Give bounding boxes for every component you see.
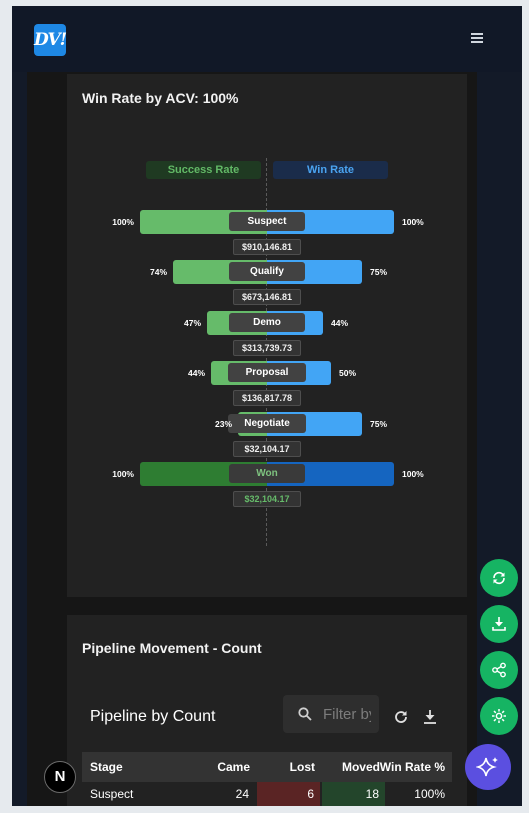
legend-success-rate[interactable]: Success Rate bbox=[146, 161, 261, 179]
top-bar: DV! bbox=[12, 6, 522, 72]
sparkle-icon bbox=[476, 757, 498, 777]
stage-label: Suspect bbox=[229, 212, 305, 231]
success-rate-label: 100% bbox=[112, 217, 134, 227]
col-stage[interactable]: Stage bbox=[90, 752, 123, 782]
win-rate-label: 100% bbox=[402, 469, 424, 479]
refresh-button[interactable] bbox=[480, 559, 518, 597]
acv-value: $910,146.81 bbox=[233, 239, 301, 255]
stage-label: Proposal bbox=[228, 363, 306, 382]
win-rate-label: 44% bbox=[331, 318, 349, 328]
settings-button[interactable] bbox=[480, 697, 518, 735]
win-rate-label: 100% bbox=[402, 217, 424, 227]
acv-value: $32,104.17 bbox=[233, 491, 301, 507]
success-rate-label: 47% bbox=[183, 318, 201, 328]
app-frame: DV! Win Rate by ACV: 100% Success Rate W… bbox=[12, 6, 522, 806]
col-lost[interactable]: Lost bbox=[290, 752, 315, 782]
win-rate-label: 75% bbox=[370, 267, 388, 277]
filter-placeholder: Filter by bbox=[323, 706, 371, 723]
ai-assistant-button[interactable] bbox=[465, 744, 511, 790]
pipeline-card: Pipeline Movement - Count Pipeline by Co… bbox=[67, 615, 467, 806]
stage-label: Demo bbox=[229, 313, 305, 332]
col-moved[interactable]: Moved bbox=[342, 752, 380, 782]
cell-win-rate: 100% bbox=[414, 787, 445, 801]
refresh-icon[interactable] bbox=[393, 709, 409, 725]
acv-value: $32,104.17 bbox=[233, 441, 301, 457]
success-rate-label: 23% bbox=[214, 419, 232, 429]
success-rate-label: 74% bbox=[149, 267, 167, 277]
filter-input[interactable]: Filter by bbox=[283, 695, 379, 733]
menu-icon[interactable] bbox=[471, 31, 487, 45]
cell-moved: 18 bbox=[322, 782, 385, 806]
acv-value: $673,146.81 bbox=[233, 289, 301, 305]
cell-stage: Suspect bbox=[90, 787, 134, 801]
share-button[interactable] bbox=[480, 651, 518, 689]
card-title: Pipeline Movement - Count bbox=[82, 640, 262, 656]
refresh-icon bbox=[493, 571, 505, 585]
card-title: Win Rate by ACV: 100% bbox=[82, 90, 239, 106]
stage-label: Won bbox=[229, 464, 305, 483]
win-rate-label: 75% bbox=[370, 419, 388, 429]
acv-value: $313,739.73 bbox=[233, 340, 301, 356]
win-rate-card: Win Rate by ACV: 100% Success Rate Win R… bbox=[67, 74, 467, 597]
stage-label: Qualify bbox=[229, 262, 305, 281]
col-win-rate[interactable]: Win Rate % bbox=[380, 752, 445, 782]
col-came[interactable]: Came bbox=[217, 752, 250, 782]
success-rate-label: 44% bbox=[187, 368, 205, 378]
legend-win-rate[interactable]: Win Rate bbox=[273, 161, 388, 179]
table-title: Pipeline by Count bbox=[90, 708, 216, 725]
logo[interactable]: DV! bbox=[34, 24, 67, 56]
download-icon bbox=[492, 617, 506, 631]
stage-label: Negotiate bbox=[228, 414, 306, 433]
search-icon bbox=[298, 707, 312, 721]
success-rate-label: 100% bbox=[112, 469, 134, 479]
cell-came: 24 bbox=[235, 787, 249, 801]
n-badge[interactable]: N bbox=[44, 761, 76, 793]
cell-lost: 6 bbox=[257, 782, 320, 806]
share-icon bbox=[492, 662, 506, 678]
acv-value: $136,817.78 bbox=[233, 390, 301, 406]
table-row[interactable]: Suspect 24 6 18 100% bbox=[82, 782, 452, 806]
settings-icon bbox=[492, 709, 506, 723]
win-rate-label: 50% bbox=[339, 368, 357, 378]
table-header: Stage Came Lost Moved Win Rate % bbox=[82, 752, 452, 782]
download-icon[interactable] bbox=[422, 709, 438, 725]
download-button[interactable] bbox=[480, 605, 518, 643]
